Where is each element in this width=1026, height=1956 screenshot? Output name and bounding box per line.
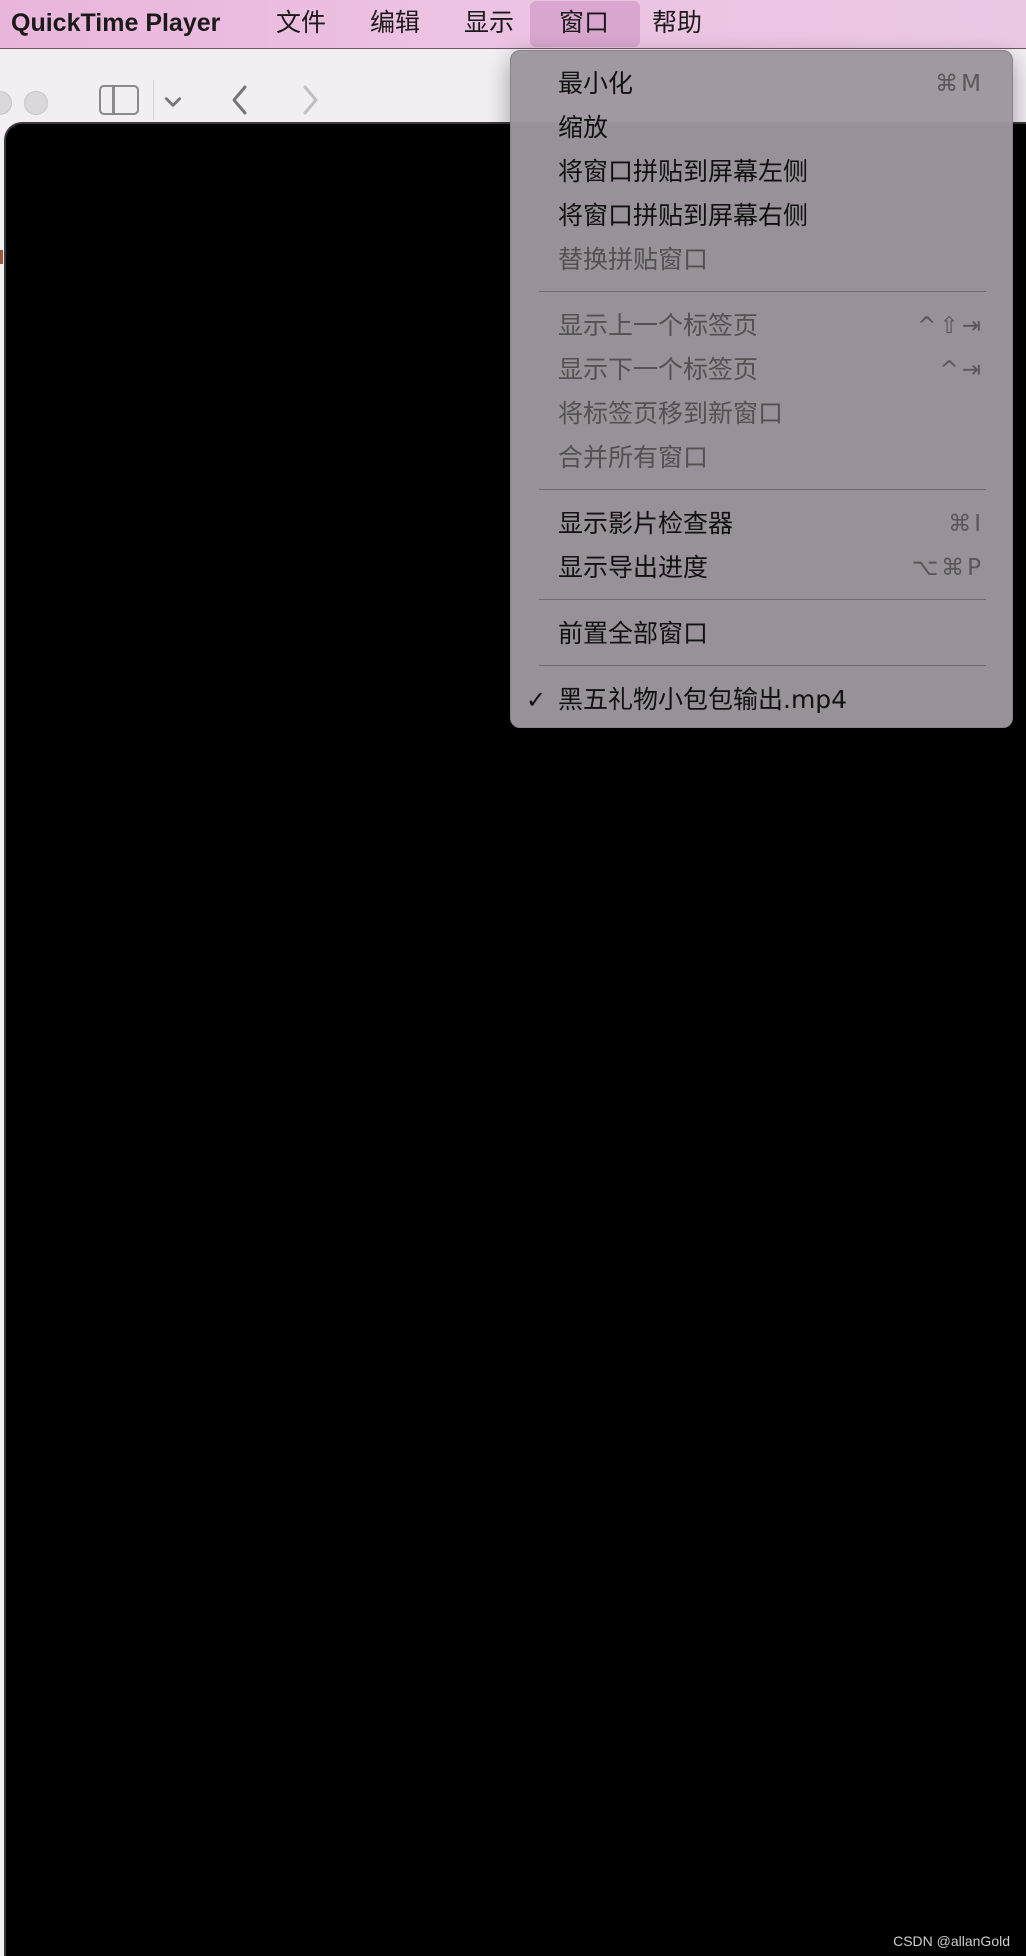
menu-item-tile-left[interactable]: 将窗口拼贴到屏幕左侧 <box>511 150 1014 194</box>
window-menu-dropdown: 最小化 ⌘M 缩放 将窗口拼贴到屏幕左侧 将窗口拼贴到屏幕右侧 替换拼贴窗口 显… <box>510 50 1013 728</box>
chevron-down-icon[interactable] <box>163 92 183 112</box>
menu-item-minimize[interactable]: 最小化 ⌘M <box>511 62 1014 106</box>
menu-item-merge-windows: 合并所有窗口 <box>511 436 1014 480</box>
forward-arrow-icon[interactable] <box>297 82 323 118</box>
menu-bar: QuickTime Player 文件 编辑 显示 窗口 帮助 <box>0 0 1026 49</box>
app-menu[interactable]: QuickTime Player <box>11 0 220 48</box>
menu-file[interactable]: 文件 <box>276 0 326 48</box>
menu-item-label: 缩放 <box>558 113 609 142</box>
menu-item-next-tab: 显示下一个标签页 ^⇥ <box>511 348 1014 392</box>
checkmark-icon: ✓ <box>526 686 547 714</box>
menu-separator <box>539 665 986 666</box>
menu-item-label: 替换拼贴窗口 <box>558 245 709 274</box>
window-edge-accent <box>0 250 3 264</box>
toolbar-divider <box>153 80 154 120</box>
menu-item-prev-tab: 显示上一个标签页 ^⇧⇥ <box>511 304 1014 348</box>
menu-item-label: 将窗口拼贴到屏幕左侧 <box>558 157 809 186</box>
menu-item-label: 合并所有窗口 <box>558 443 709 472</box>
menu-item-label: 显示影片检查器 <box>558 509 734 538</box>
menu-item-shortcut: ⌘M <box>935 71 984 97</box>
menu-item-label: 黑五礼物小包包输出.mp4 <box>558 685 848 714</box>
menu-item-label: 最小化 <box>558 69 634 98</box>
menu-item-shortcut: ⌥⌘P <box>911 555 984 581</box>
menu-item-tile-right[interactable]: 将窗口拼贴到屏幕右侧 <box>511 194 1014 238</box>
menu-window[interactable]: 窗口 <box>559 0 609 48</box>
menu-item-shortcut: ^⇥ <box>939 357 984 383</box>
menu-item-move-tab: 将标签页移到新窗口 <box>511 392 1014 436</box>
watermark: CSDN @allanGold <box>893 1933 1010 1949</box>
menu-item-label: 将窗口拼贴到屏幕右侧 <box>558 201 809 230</box>
menu-item-label: 显示上一个标签页 <box>558 311 759 340</box>
menu-item-label: 显示导出进度 <box>558 553 709 582</box>
menu-separator <box>539 291 986 292</box>
menu-item-bring-all-front[interactable]: 前置全部窗口 <box>511 612 1014 656</box>
menu-item-label: 前置全部窗口 <box>558 619 709 648</box>
menu-item-label: 显示下一个标签页 <box>558 355 759 384</box>
menu-help[interactable]: 帮助 <box>652 0 702 48</box>
sidebar-toggle-icon[interactable] <box>99 85 139 115</box>
menu-item-label: 将标签页移到新窗口 <box>558 399 784 428</box>
menu-item-shortcut: ⌘I <box>948 511 984 537</box>
menu-edit[interactable]: 编辑 <box>370 0 420 48</box>
window-minimize-button[interactable] <box>24 91 48 115</box>
menu-item-movie-inspector[interactable]: 显示影片检查器 ⌘I <box>511 502 1014 546</box>
menu-item-export-progress[interactable]: 显示导出进度 ⌥⌘P <box>511 546 1014 590</box>
back-arrow-icon[interactable] <box>227 82 253 118</box>
menu-separator <box>539 599 986 600</box>
menu-item-replace-tiled: 替换拼贴窗口 <box>511 238 1014 282</box>
menu-view[interactable]: 显示 <box>464 0 514 48</box>
menu-item-open-window[interactable]: ✓ 黑五礼物小包包输出.mp4 <box>511 678 1014 722</box>
menu-item-shortcut: ^⇧⇥ <box>917 313 984 339</box>
menu-separator <box>539 489 986 490</box>
menu-item-zoom[interactable]: 缩放 <box>511 106 1014 150</box>
